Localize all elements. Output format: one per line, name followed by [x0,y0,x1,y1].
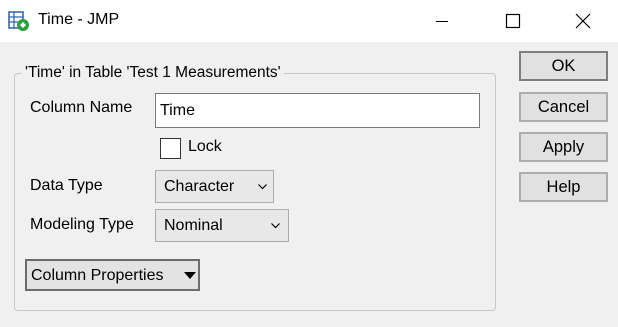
chevron-down-icon [271,223,280,229]
group-legend: 'Time' in Table 'Test 1 Measurements' [22,64,284,82]
chevron-down-icon [258,184,267,190]
data-type-value: Character [164,178,235,195]
minimize-icon [436,21,448,22]
maximize-icon [505,13,521,29]
title-bar: Time - JMP [0,0,618,42]
column-name-input[interactable]: Time [155,93,480,128]
dropdown-arrow-icon [184,272,196,279]
maximize-button[interactable] [490,0,536,42]
column-name-label: Column Name [30,99,133,116]
lock-checkbox[interactable] [160,138,181,159]
window-title: Time - JMP [38,11,120,28]
cancel-button[interactable]: Cancel [519,92,608,122]
minimize-button[interactable] [419,0,465,42]
data-type-label: Data Type [30,177,103,194]
modeling-type-value: Nominal [164,217,223,234]
ok-button[interactable]: OK [519,51,608,81]
lock-label[interactable]: Lock [188,138,222,156]
column-properties-button[interactable]: Column Properties [25,259,200,291]
modeling-type-select[interactable]: Nominal [155,209,289,242]
column-properties-label: Column Properties [31,267,164,284]
help-button[interactable]: Help [519,172,608,202]
modeling-type-label: Modeling Type [30,216,134,233]
close-icon [575,13,591,29]
jmp-app-icon [8,11,29,31]
data-type-select[interactable]: Character [155,170,274,203]
apply-button[interactable]: Apply [519,132,608,162]
close-button[interactable] [560,0,606,42]
